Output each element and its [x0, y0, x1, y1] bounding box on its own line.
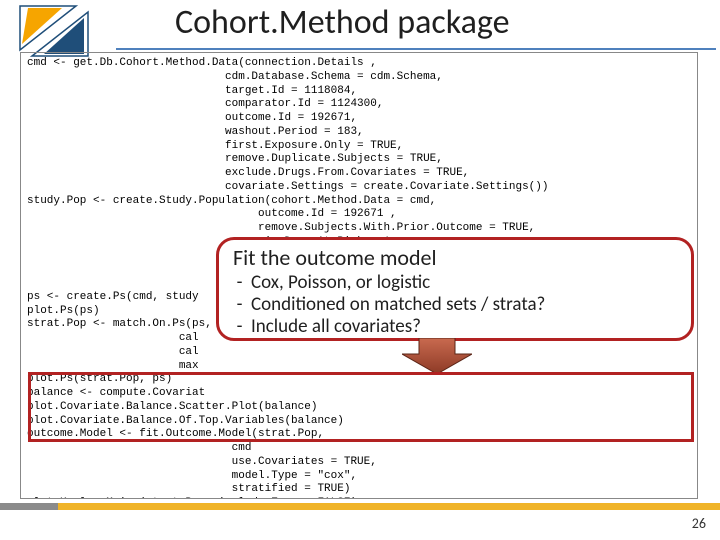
page-number: 26 — [692, 515, 706, 532]
down-arrow-icon — [402, 338, 472, 374]
highlight-box — [28, 372, 694, 442]
callout-title: Fit the outcome model — [233, 244, 677, 271]
callout-item: Conditioned on matched sets / strata? — [251, 294, 677, 316]
footer-bar-yellow — [58, 503, 720, 510]
slide: Cohort.Method package cmd <- get.Db.Coho… — [0, 0, 720, 540]
callout-item: Cox, Poisson, or logistic — [251, 272, 677, 294]
title-underline — [116, 48, 716, 50]
callout-item: Include all covariates? — [251, 316, 677, 338]
callout-box: Fit the outcome model Cox, Poisson, or l… — [216, 237, 694, 341]
footer-bar-grey — [0, 503, 58, 510]
callout-list: Cox, Poisson, or logistic Conditioned on… — [233, 272, 677, 338]
slide-title: Cohort.Method package — [175, 2, 510, 43]
